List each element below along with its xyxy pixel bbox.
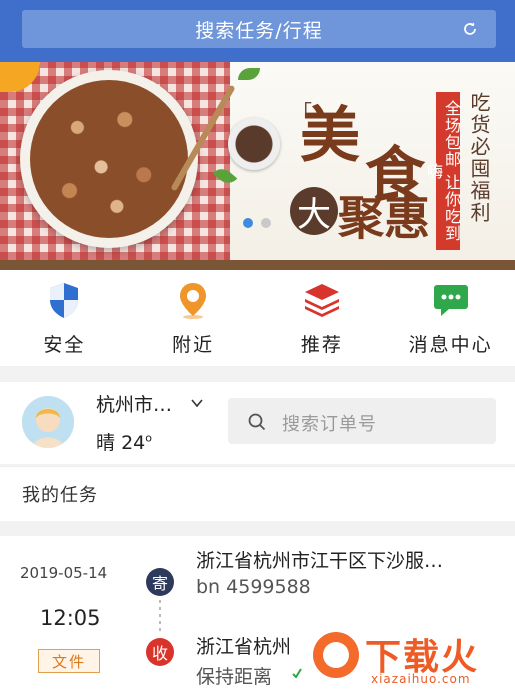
- location-pin-icon: [180, 283, 207, 319]
- nav-item-messages[interactable]: 消息中心: [386, 270, 515, 366]
- task-date: 2019-05-14: [20, 564, 108, 582]
- leaf-decoration: [238, 68, 260, 80]
- shield-icon: [50, 283, 79, 318]
- city-selector[interactable]: 杭州市…: [96, 390, 172, 417]
- watermark-subtitle: xiazaihuo.com: [371, 672, 471, 686]
- banner-headline-3: 大: [290, 187, 338, 235]
- banner-pager[interactable]: [243, 218, 271, 228]
- banner-vertical-slogan: 吃货必囤福利: [467, 92, 491, 224]
- my-tasks-header: 我的任务: [0, 466, 515, 521]
- temperature-unit: o: [145, 431, 152, 445]
- banner-free-shipping-tag: 全场包邮 让你吃到嗨: [424, 92, 461, 250]
- refresh-icon[interactable]: [462, 21, 478, 37]
- nav-item-security[interactable]: 安全: [0, 270, 129, 366]
- banner-headline-1: 美: [300, 101, 360, 171]
- nav-item-recommend[interactable]: 推荐: [258, 270, 387, 366]
- order-search-input[interactable]: 搜索订单号: [228, 398, 496, 444]
- receiver-note: 保持距离: [196, 666, 273, 688]
- pine-nuts-image: [30, 80, 188, 238]
- sender-number: bn 4599588: [196, 576, 311, 598]
- temperature-value: 24: [121, 432, 146, 454]
- layers-icon: [304, 284, 339, 317]
- dessert-plate-image: [228, 118, 280, 170]
- nav-label-recommend: 推荐: [300, 334, 343, 356]
- task-time: 12:05: [40, 606, 101, 630]
- top-bar: 搜索任务/行程: [0, 0, 515, 62]
- sender-address: 浙江省杭州市江干区下沙服…: [196, 550, 444, 572]
- nav-item-nearby[interactable]: 附近: [129, 270, 258, 366]
- nav-label-security: 安全: [43, 334, 86, 356]
- sender-marker: 寄: [146, 568, 174, 596]
- weather-readout: 晴 24o: [96, 428, 152, 455]
- receiver-marker: 收: [146, 638, 174, 666]
- route-dotted-line: [159, 600, 161, 634]
- my-tasks-title: 我的任务: [22, 485, 98, 506]
- avatar[interactable]: [22, 396, 74, 448]
- banner-headline-4: 聚惠: [338, 191, 430, 245]
- watermark-logo: 下载火 xiazaihuo.com: [305, 628, 510, 690]
- chat-icon: [433, 285, 468, 316]
- pager-dot-1[interactable]: [243, 218, 253, 228]
- nav-label-nearby: 附近: [172, 334, 215, 356]
- flame-logo-icon: [313, 632, 359, 678]
- pager-dot-2[interactable]: [261, 218, 271, 228]
- task-search-label: 搜索任务/行程: [195, 19, 323, 42]
- chevron-down-icon[interactable]: [190, 396, 204, 410]
- quick-nav: 安全 附近 推荐 消息中心: [0, 270, 515, 366]
- order-search-placeholder: 搜索订单号: [282, 414, 377, 435]
- banner-bottom-edge: [0, 260, 515, 270]
- check-icon: [292, 668, 302, 678]
- task-type-badge: 文件: [38, 649, 100, 673]
- search-icon: [248, 413, 266, 431]
- promo-banner[interactable]: 「 美 食 大 聚惠 全场包邮 让你吃到嗨 吃货必囤福利: [0, 62, 515, 270]
- avatar-illustration-icon: [22, 396, 74, 448]
- weather-label: 晴: [96, 432, 116, 454]
- location-card: 杭州市… 晴 24o 搜索订单号: [0, 382, 515, 464]
- task-search-bar[interactable]: 搜索任务/行程: [22, 10, 496, 48]
- nav-label-messages: 消息中心: [408, 334, 493, 356]
